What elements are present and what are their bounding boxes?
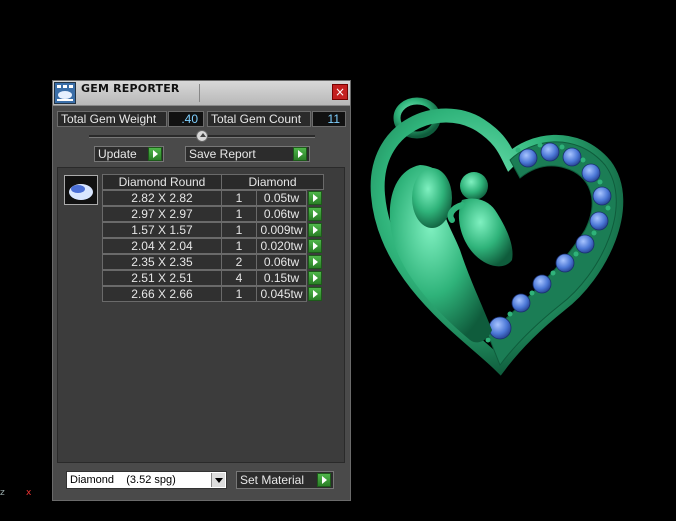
gem-size: 1.57 X 1.57 — [102, 222, 222, 238]
report-icon — [54, 82, 76, 104]
gem-list-area: Diamond Round Diamond 2.82 X 2.82 1 0.05… — [57, 167, 345, 463]
gem-size: 2.97 X 2.97 — [102, 206, 222, 222]
row-select-icon[interactable] — [308, 223, 322, 237]
gem-count: 4 — [221, 270, 257, 286]
gem-weight: 0.06tw — [256, 206, 307, 222]
gem-weight: 0.06tw — [256, 254, 307, 270]
update-button[interactable]: Update — [94, 146, 164, 162]
x-axis-label: x — [26, 488, 32, 498]
gem-size: 2.51 X 2.51 — [102, 270, 222, 286]
gem-count: 2 — [221, 254, 257, 270]
row-select-icon[interactable] — [308, 207, 322, 221]
gem-count: 1 — [221, 286, 257, 302]
material-select[interactable]: Diamond (3.52 spg) — [66, 471, 227, 489]
gem-weight: 0.045tw — [256, 286, 307, 302]
total-weight-value: .40 — [168, 111, 204, 127]
gem-reporter-panel: GEM REPORTER × Total Gem Weight .40 Tota… — [52, 80, 351, 501]
update-button-label: Update — [98, 147, 137, 161]
total-count-value: 11 — [312, 111, 346, 127]
z-axis-label: z — [0, 488, 5, 498]
row-select-icon[interactable] — [308, 255, 322, 269]
row-select-icon[interactable] — [308, 239, 322, 253]
diamond-thumbnail-icon[interactable] — [64, 175, 98, 205]
gem-weight: 0.15tw — [256, 270, 307, 286]
set-material-button[interactable]: Set Material — [236, 471, 334, 489]
column-header-shape: Diamond Round — [102, 174, 222, 190]
play-arrow-icon — [293, 147, 307, 161]
gem-size: 2.04 X 2.04 — [102, 238, 222, 254]
save-report-button[interactable]: Save Report — [185, 146, 310, 162]
chevron-down-icon[interactable] — [211, 473, 225, 487]
gem-weight: 0.020tw — [256, 238, 307, 254]
set-material-label: Set Material — [240, 473, 305, 487]
total-weight-label: Total Gem Weight — [57, 111, 167, 127]
gem-count: 1 — [221, 190, 257, 206]
gem-count: 1 — [221, 222, 257, 238]
play-arrow-icon — [317, 473, 331, 487]
title-divider — [199, 84, 200, 102]
play-arrow-icon — [148, 147, 162, 161]
size-slider-knob[interactable] — [196, 130, 208, 142]
total-count-label: Total Gem Count — [207, 111, 311, 127]
gem-size: 2.66 X 2.66 — [102, 286, 222, 302]
window-title: GEM REPORTER — [81, 82, 180, 95]
row-select-icon[interactable] — [308, 287, 322, 301]
close-button[interactable]: × — [332, 84, 348, 100]
material-selected-value: Diamond (3.52 spg) — [70, 474, 176, 486]
gem-count: 1 — [221, 238, 257, 254]
close-icon: × — [334, 85, 346, 99]
gem-weight: 0.009tw — [256, 222, 307, 238]
gem-count: 1 — [221, 206, 257, 222]
gem-size: 2.35 X 2.35 — [102, 254, 222, 270]
title-bar[interactable]: GEM REPORTER × — [53, 81, 350, 106]
gem-weight: 0.05tw — [256, 190, 307, 206]
row-select-icon[interactable] — [308, 191, 322, 205]
column-header-material: Diamond — [221, 174, 324, 190]
save-report-label: Save Report — [189, 147, 256, 161]
gem-size: 2.82 X 2.82 — [102, 190, 222, 206]
row-select-icon[interactable] — [308, 271, 322, 285]
